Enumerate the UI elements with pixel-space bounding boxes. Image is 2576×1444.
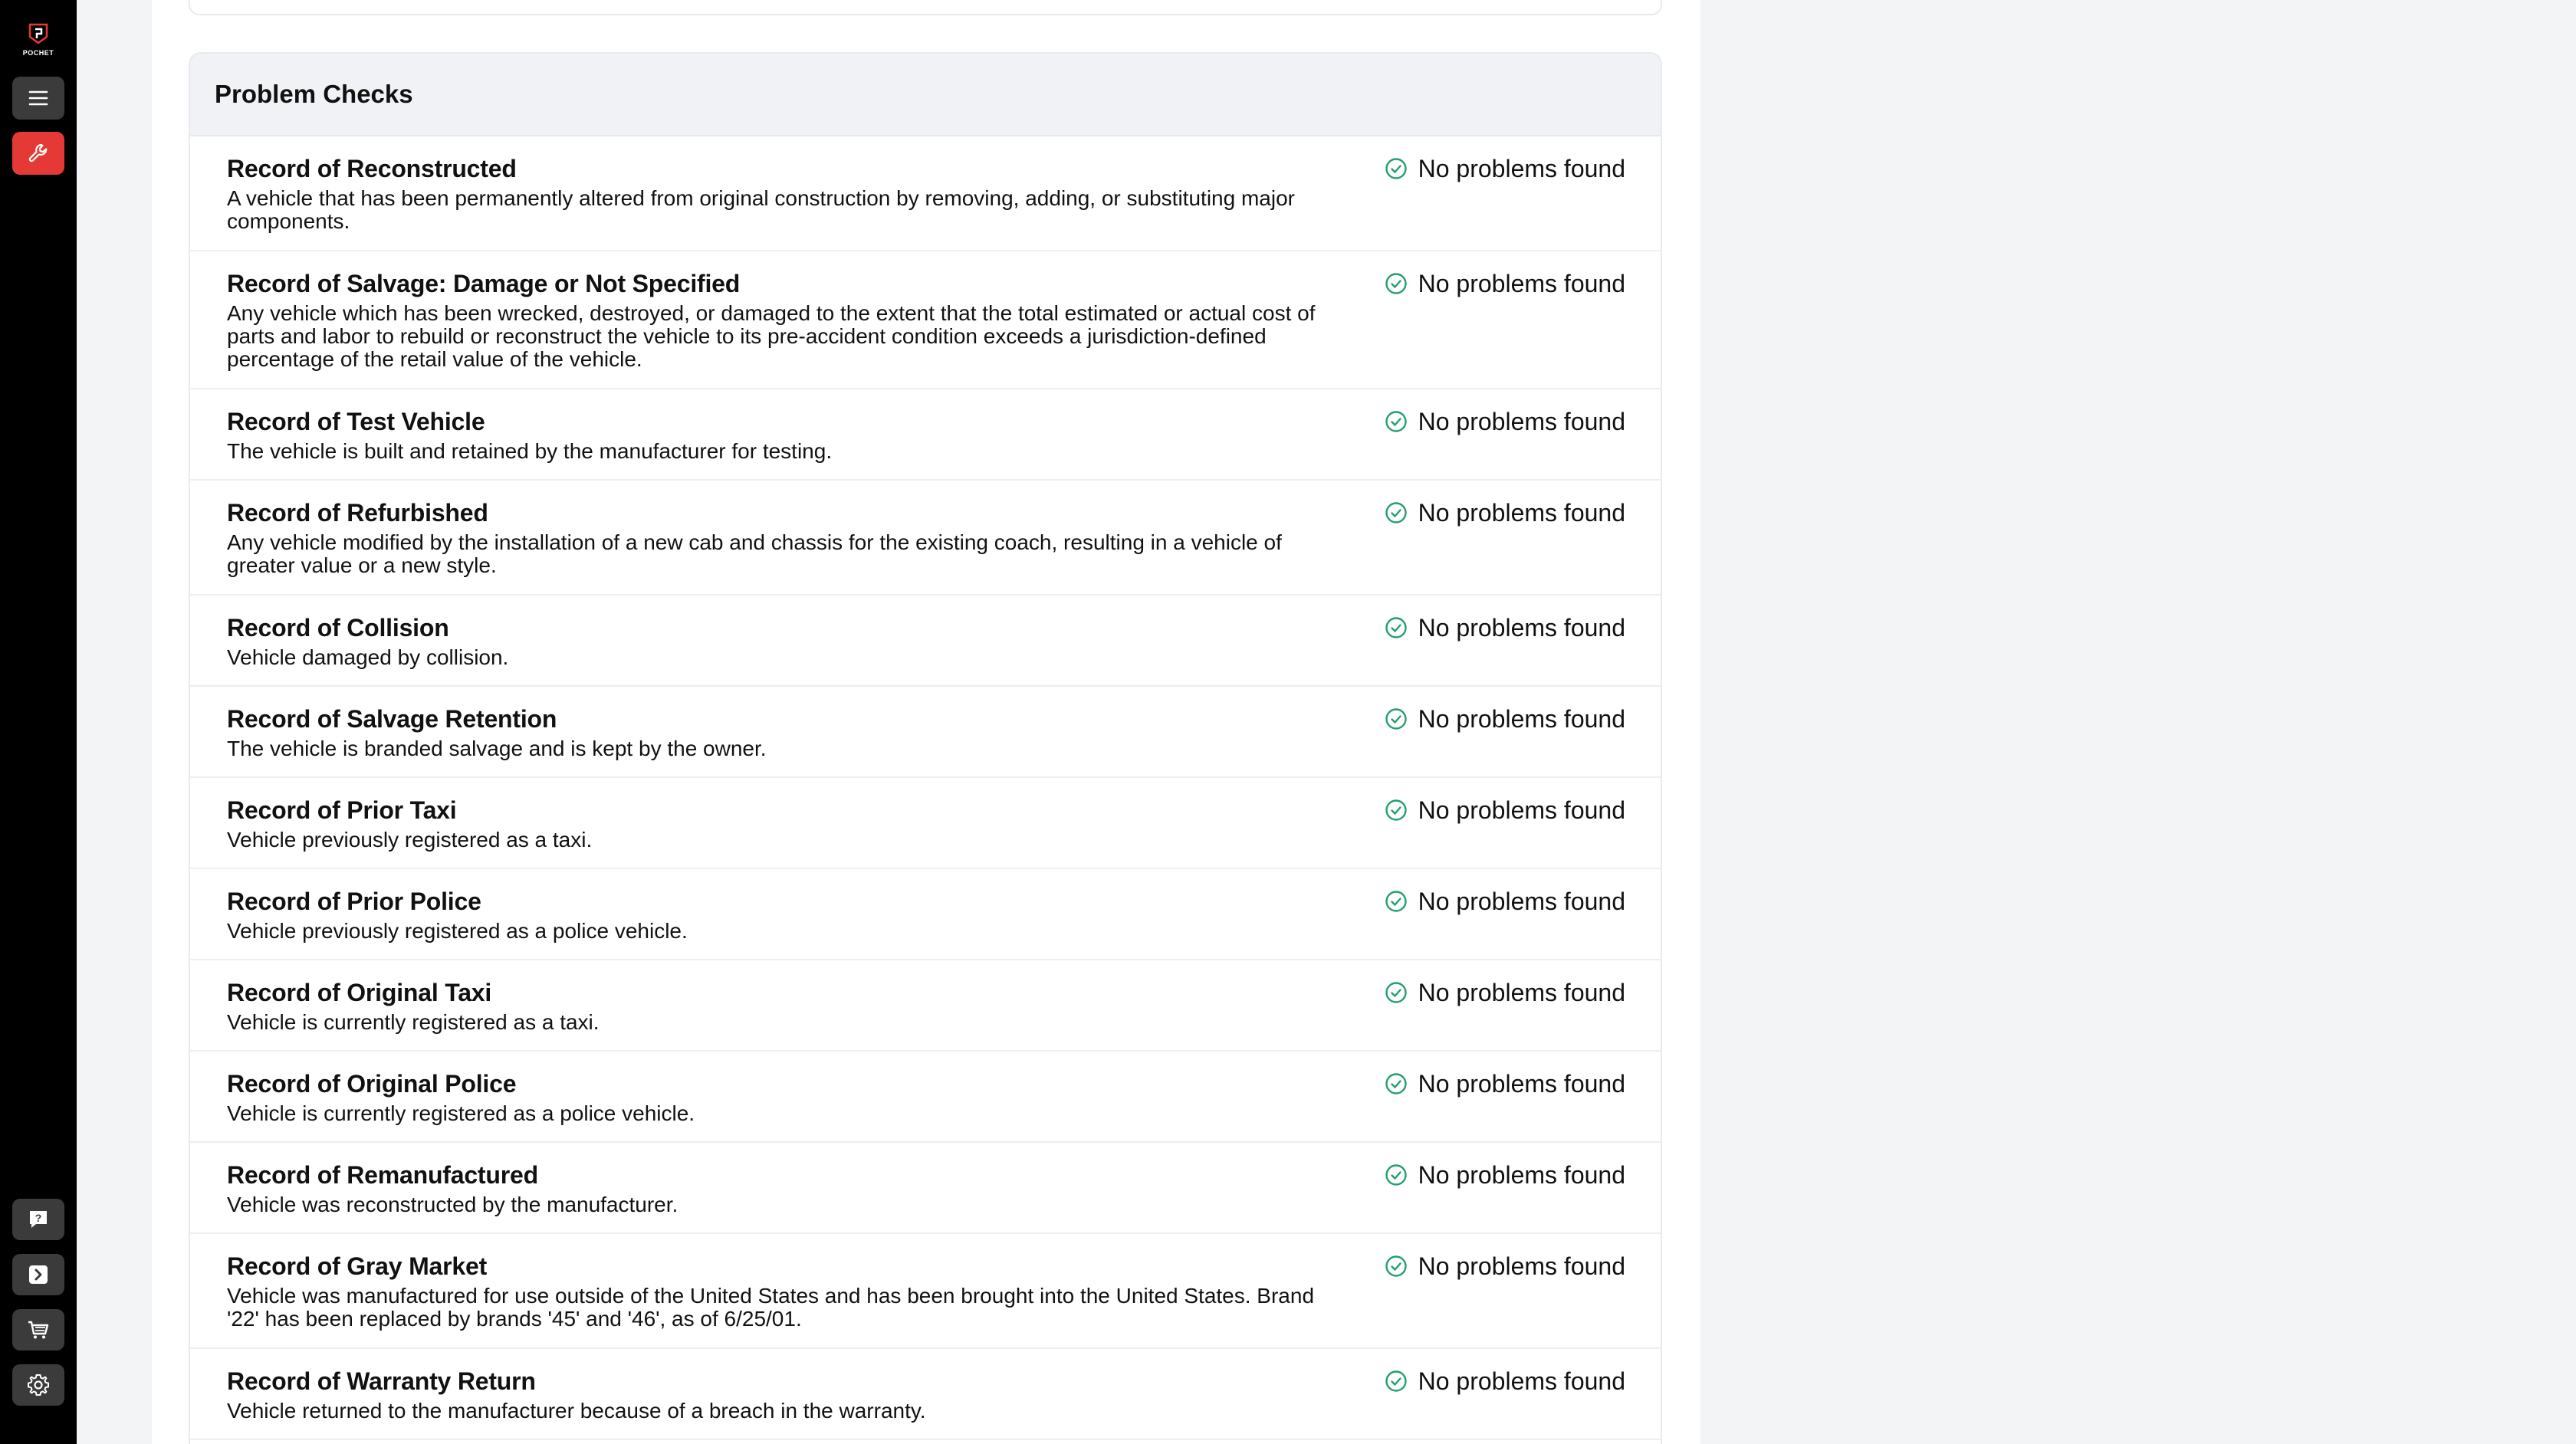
terminal-button[interactable] xyxy=(12,1254,64,1295)
status-text: No problems found xyxy=(1418,1252,1625,1280)
cart-icon xyxy=(28,1321,49,1339)
card-header: Problem Checks xyxy=(190,54,1661,136)
list-item: Record of Remanufactured Vehicle was rec… xyxy=(190,1143,1661,1234)
check-description: A vehicle that has been permanently alte… xyxy=(227,186,1295,233)
list-item: Record of Warranty Return Vehicle return… xyxy=(190,1349,1661,1440)
check-status: No problems found xyxy=(1385,704,1625,734)
check-description: Vehicle previously registered as a taxi. xyxy=(227,828,593,852)
check-circle-icon xyxy=(1385,1255,1407,1277)
problem-checks-card: Problem Checks Record of Reconstructed A… xyxy=(189,52,1662,1444)
check-circle-icon xyxy=(1385,158,1407,179)
check-circle-icon xyxy=(1385,891,1407,912)
check-status: No problems found xyxy=(1385,1068,1625,1099)
check-circle-icon xyxy=(1385,411,1407,432)
gear-icon xyxy=(28,1374,49,1396)
problem-check-list: Record of Reconstructed A vehicle that h… xyxy=(190,136,1661,1440)
main-content[interactable]: Problem Checks Record of Reconstructed A… xyxy=(152,0,1700,1444)
check-status: No problems found xyxy=(1385,497,1625,528)
list-item: Record of Gray Market Vehicle was manufa… xyxy=(190,1234,1661,1349)
check-circle-icon xyxy=(1385,708,1407,730)
check-circle-icon xyxy=(1385,799,1407,821)
menu-icon xyxy=(28,90,48,106)
sidebar: POCHET ? xyxy=(0,0,77,1444)
check-description: Vehicle returned to the manufacturer bec… xyxy=(227,1399,926,1423)
status-text: No problems found xyxy=(1418,407,1625,435)
check-circle-icon xyxy=(1385,1073,1407,1094)
check-status: No problems found xyxy=(1385,1251,1625,1282)
check-status: No problems found xyxy=(1385,1366,1625,1396)
check-status: No problems found xyxy=(1385,795,1625,825)
logo-text: POCHET xyxy=(22,49,54,57)
check-description: Vehicle is currently registered as a tax… xyxy=(227,1010,600,1034)
list-item: Record of Original Taxi Vehicle is curre… xyxy=(190,960,1661,1052)
status-text: No problems found xyxy=(1418,498,1625,527)
check-description: Vehicle damaged by collision. xyxy=(227,645,509,669)
previous-card xyxy=(189,0,1662,15)
cart-button[interactable] xyxy=(12,1309,64,1350)
help-button[interactable]: ? xyxy=(12,1199,64,1240)
status-text: No problems found xyxy=(1418,154,1625,182)
check-description: The vehicle is built and retained by the… xyxy=(227,439,833,463)
check-circle-icon xyxy=(1385,502,1407,523)
check-description: Vehicle was reconstructed by the manufac… xyxy=(227,1193,678,1216)
status-text: No problems found xyxy=(1418,704,1625,733)
settings-button[interactable] xyxy=(12,1364,64,1406)
check-status: No problems found xyxy=(1385,268,1625,299)
status-text: No problems found xyxy=(1418,887,1625,915)
status-text: No problems found xyxy=(1418,796,1625,824)
list-item: Record of Refurbished Any vehicle modifi… xyxy=(190,481,1661,596)
list-item: Record of Original Police Vehicle is cur… xyxy=(190,1052,1661,1143)
app-window: POCHET ? Problem Checks Record of Recons… xyxy=(0,0,2576,1444)
check-description: Any vehicle modified by the installation… xyxy=(227,530,1282,577)
check-description: Vehicle previously registered as a polic… xyxy=(227,919,688,943)
brand-logo[interactable]: POCHET xyxy=(15,21,61,64)
check-status: No problems found xyxy=(1385,886,1625,917)
svg-text:?: ? xyxy=(35,1212,42,1224)
terminal-icon xyxy=(29,1265,48,1284)
check-description: Vehicle was manufactured for use outside… xyxy=(227,1284,1315,1331)
logo-icon xyxy=(28,23,48,44)
list-item: Record of Salvage Retention The vehicle … xyxy=(190,687,1661,778)
check-description: Any vehicle which has been wrecked, dest… xyxy=(227,301,1316,371)
status-text: No problems found xyxy=(1418,613,1625,642)
list-item: Record of Collision Vehicle damaged by c… xyxy=(190,596,1661,687)
status-text: No problems found xyxy=(1418,1160,1625,1189)
check-circle-icon xyxy=(1385,1164,1407,1186)
check-status: No problems found xyxy=(1385,153,1625,184)
check-status: No problems found xyxy=(1385,977,1625,1008)
card-title: Problem Checks xyxy=(215,80,413,108)
status-text: No problems found xyxy=(1418,978,1625,1006)
check-description: Vehicle is currently registered as a pol… xyxy=(227,1101,695,1125)
list-item: Record of Prior Police Vehicle previousl… xyxy=(190,869,1661,960)
tools-button[interactable] xyxy=(12,132,64,175)
list-item: Record of Prior Taxi Vehicle previously … xyxy=(190,778,1661,869)
list-item: Record of Test Vehicle The vehicle is bu… xyxy=(190,389,1661,481)
check-circle-icon xyxy=(1385,617,1407,638)
status-text: No problems found xyxy=(1418,1367,1625,1395)
check-status: No problems found xyxy=(1385,406,1625,437)
check-description: The vehicle is branded salvage and is ke… xyxy=(227,737,767,760)
list-item: Record of Salvage: Damage or Not Specifi… xyxy=(190,251,1661,389)
check-circle-icon xyxy=(1385,982,1407,1003)
wrench-icon xyxy=(28,143,48,162)
check-circle-icon xyxy=(1385,273,1407,294)
check-status: No problems found xyxy=(1385,612,1625,643)
check-status: No problems found xyxy=(1385,1160,1625,1190)
menu-button[interactable] xyxy=(12,77,64,120)
list-item: Record of Reconstructed A vehicle that h… xyxy=(190,136,1661,251)
status-text: No problems found xyxy=(1418,1069,1625,1098)
status-text: No problems found xyxy=(1418,269,1625,297)
check-circle-icon xyxy=(1385,1370,1407,1392)
help-icon: ? xyxy=(30,1211,47,1228)
